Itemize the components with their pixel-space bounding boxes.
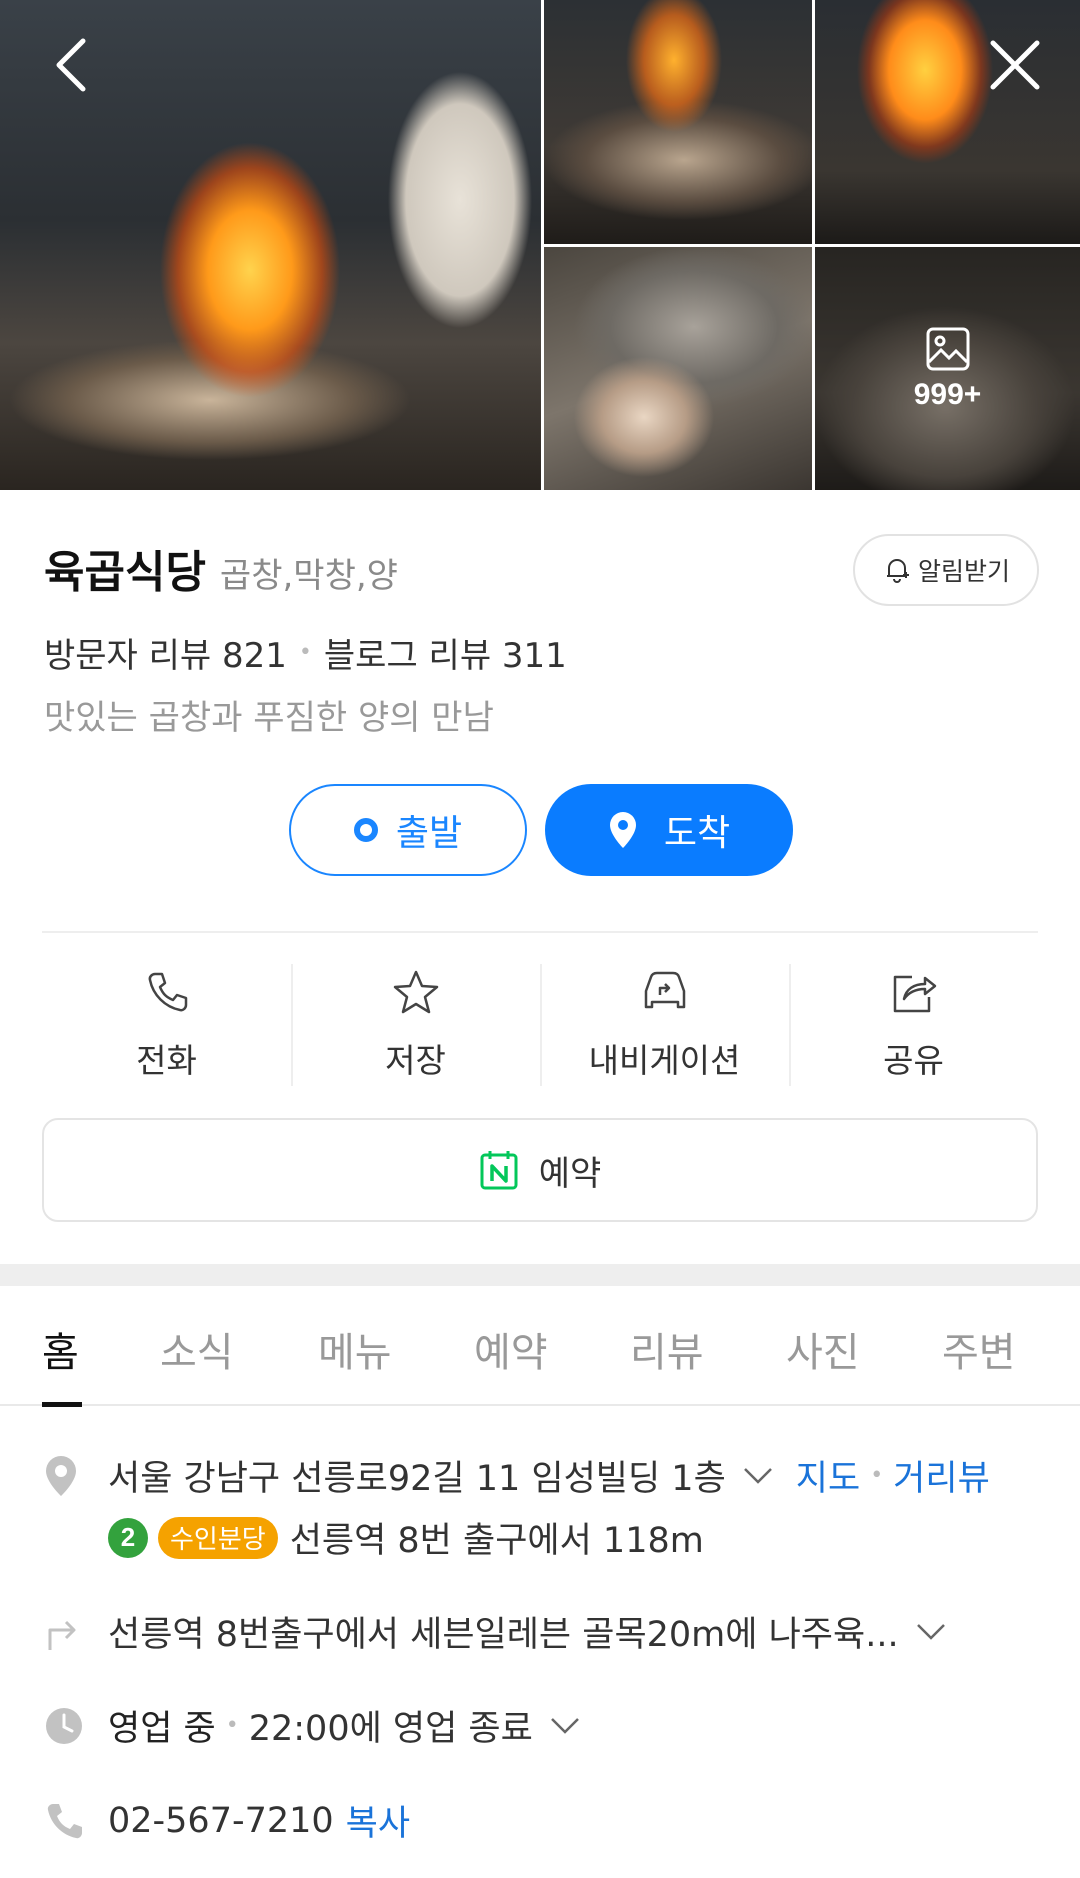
- tab-home[interactable]: 홈: [42, 1320, 79, 1378]
- place-category: 곱창,막창,양: [219, 556, 398, 596]
- share-icon: [893, 975, 936, 1013]
- hours-detail: 22:00에 영업 종료: [248, 1709, 533, 1749]
- back-button[interactable]: [36, 30, 106, 100]
- gallery-photo-1[interactable]: [544, 0, 812, 244]
- address-text: 서울 강남구 선릉로92길 11 임성빌딩 1층: [108, 1459, 726, 1499]
- subway-distance-text: 선릉역 8번 출구에서 118m: [289, 1521, 704, 1561]
- save-label: 저장: [385, 1041, 446, 1080]
- origin-dot-icon: [353, 818, 378, 842]
- share-label: 공유: [883, 1041, 944, 1080]
- phone-icon: [148, 972, 187, 1012]
- active-tab-indicator: [42, 1402, 82, 1407]
- chevron-down-icon[interactable]: [549, 1716, 581, 1736]
- phone-number[interactable]: 02-567-7210: [108, 1801, 334, 1841]
- hours-separator: •: [225, 1713, 239, 1738]
- tab-photos[interactable]: 사진: [786, 1320, 860, 1378]
- more-photos-count: 999+: [913, 377, 982, 411]
- place-name: 육곱식당: [44, 547, 206, 598]
- star-icon: [393, 970, 438, 1014]
- map-link[interactable]: 지도: [796, 1450, 860, 1501]
- review-separator: •: [298, 640, 312, 665]
- location-pin-icon: [46, 1455, 76, 1496]
- photo-gallery: 999+: [0, 0, 1080, 490]
- phone-icon: [47, 1803, 82, 1838]
- action-bar: 전화 저장 내비게이션 공유: [42, 964, 1038, 1086]
- more-photos-overlay[interactable]: 999+: [815, 247, 1080, 490]
- place-description: 맛있는 곱창과 푸짐한 양의 만남: [44, 698, 494, 738]
- chevron-down-icon[interactable]: [915, 1622, 947, 1642]
- divider: [42, 931, 1038, 933]
- call-label: 전화: [136, 1041, 197, 1080]
- blog-review-link[interactable]: 블로그 리뷰 311: [324, 628, 567, 677]
- turn-arrow-icon: [48, 1620, 76, 1650]
- bell-plus-icon: [886, 559, 909, 583]
- copy-phone-button[interactable]: 복사: [346, 1795, 410, 1846]
- map-pin-icon: [609, 812, 636, 848]
- navigation-button[interactable]: 내비게이션: [540, 964, 789, 1086]
- notification-label: 알림받기: [917, 557, 1010, 586]
- notification-button[interactable]: 알림받기: [853, 534, 1039, 606]
- tab-menu[interactable]: 메뉴: [318, 1320, 392, 1378]
- arrive-label: 도착: [663, 813, 731, 854]
- phone-row: 02-567-7210 복사: [44, 1795, 410, 1846]
- tab-news[interactable]: 소식: [160, 1320, 234, 1378]
- directions-text: 선릉역 8번출구에서 세븐일레븐 골목20m에 나주육...: [108, 1615, 899, 1655]
- close-icon: [990, 40, 1040, 90]
- close-button[interactable]: [980, 30, 1050, 100]
- depart-label: 출발: [395, 813, 463, 854]
- review-summary: 방문자 리뷰 821 • 블로그 리뷰 311: [44, 628, 567, 677]
- save-button[interactable]: 저장: [291, 964, 540, 1086]
- subway-line-2-badge: 2: [108, 1517, 148, 1558]
- call-button[interactable]: 전화: [42, 964, 291, 1086]
- depart-button[interactable]: 출발: [289, 784, 527, 876]
- clock-icon: [46, 1707, 82, 1744]
- visitor-review-link[interactable]: 방문자 리뷰 821: [44, 628, 287, 677]
- tab-bar: 홈 소식 메뉴 예약 리뷰 사진 주변: [0, 1286, 1080, 1407]
- tab-reviews[interactable]: 리뷰: [630, 1320, 704, 1378]
- tab-nearby[interactable]: 주변: [942, 1320, 1016, 1378]
- arrive-button[interactable]: 도착: [545, 784, 793, 876]
- hours-status: 영업 중: [108, 1709, 216, 1749]
- directions-row[interactable]: 선릉역 8번출구에서 세븐일레븐 골목20m에 나주육...: [44, 1606, 947, 1657]
- hours-row[interactable]: 영업 중 • 22:00에 영업 종료: [44, 1700, 581, 1751]
- reserve-label: 예약: [538, 1153, 602, 1194]
- section-divider: [0, 1264, 1080, 1286]
- address-row: 서울 강남구 선릉로92길 11 임성빌딩 1층 지도 • 거리뷰: [44, 1450, 990, 1501]
- chevron-left-icon: [56, 38, 86, 92]
- link-separator: •: [870, 1463, 884, 1488]
- subway-row: 2 수인분당 선릉역 8번 출구에서 118m: [108, 1512, 704, 1563]
- naver-calendar-icon: [480, 1151, 518, 1190]
- gallery-photo-3[interactable]: [544, 247, 812, 490]
- share-button[interactable]: 공유: [789, 964, 1038, 1086]
- tab-reservation[interactable]: 예약: [474, 1320, 548, 1378]
- image-icon: [926, 327, 969, 370]
- suin-bundang-line-badge: 수인분당: [158, 1516, 278, 1559]
- chevron-down-icon[interactable]: [742, 1466, 774, 1486]
- reserve-button[interactable]: 예약: [42, 1118, 1038, 1222]
- car-navigation-icon: [644, 971, 685, 1009]
- street-view-link[interactable]: 거리뷰: [893, 1450, 990, 1501]
- title-row: 육곱식당 곱창,막창,양: [44, 536, 398, 600]
- navigation-label: 내비게이션: [588, 1041, 741, 1080]
